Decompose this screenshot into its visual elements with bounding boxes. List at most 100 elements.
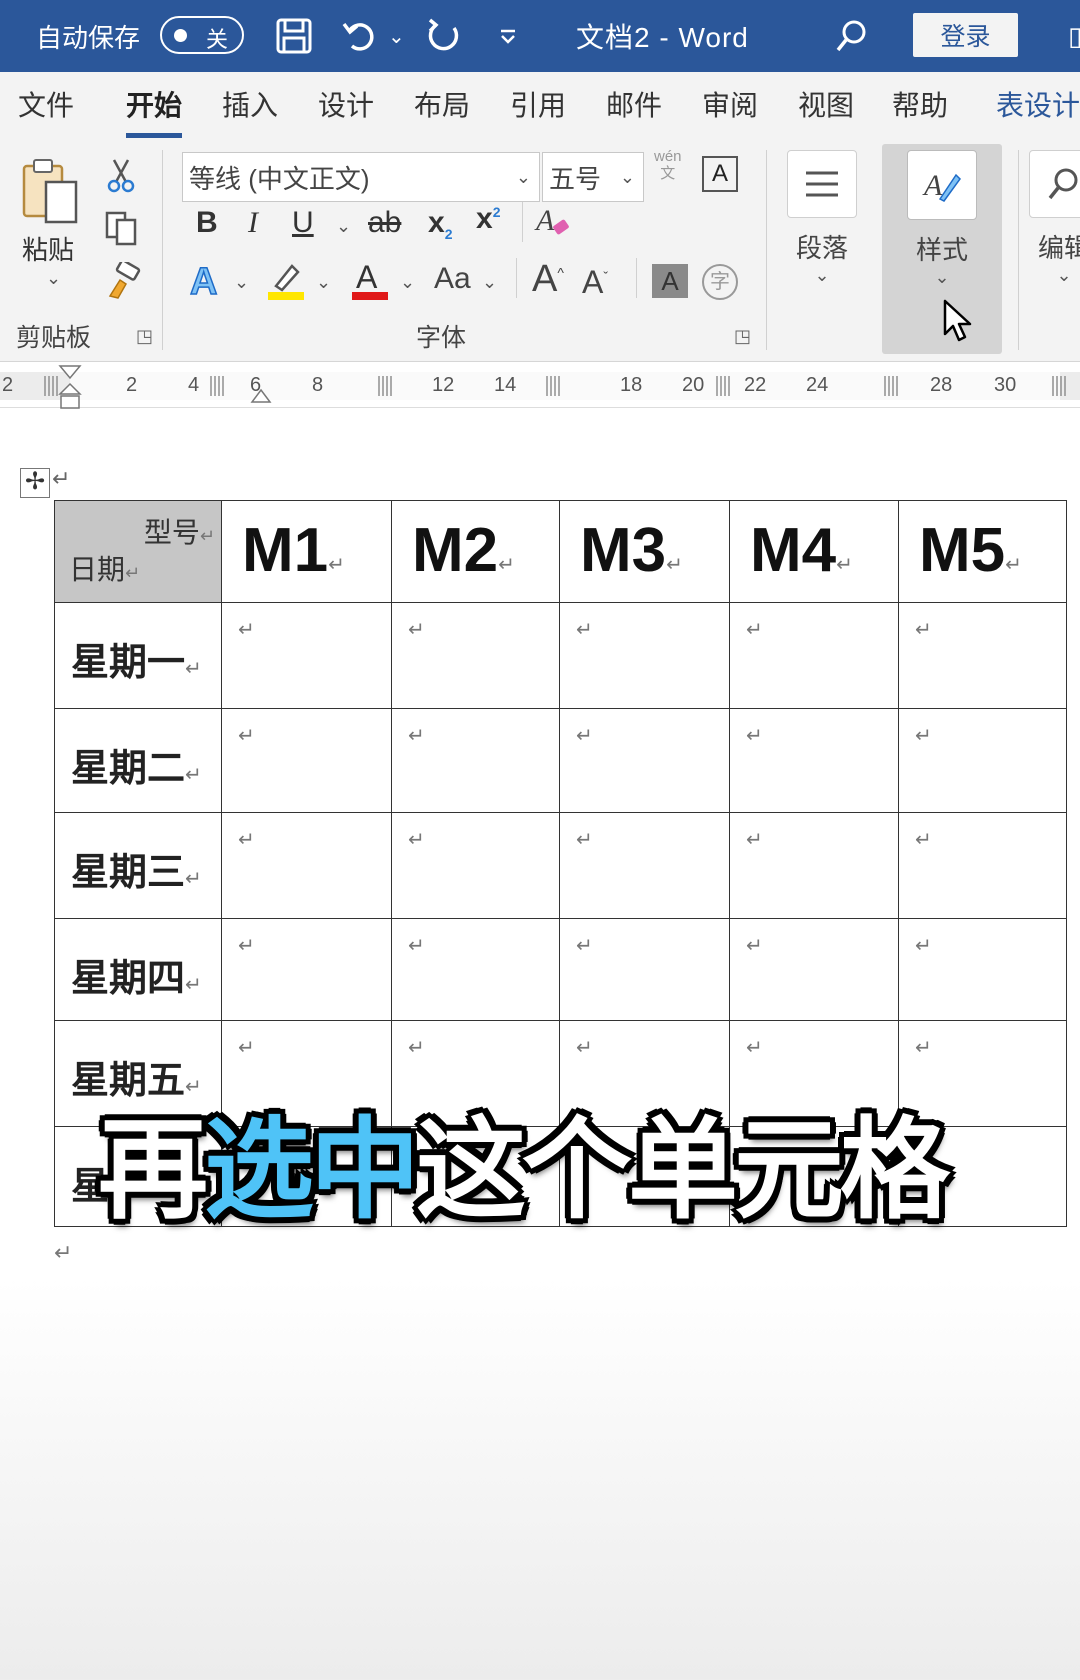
text-effects-icon[interactable]: A	[188, 260, 224, 307]
font-color-dropdown-icon[interactable]: ⌄	[400, 272, 415, 293]
table-cell[interactable]: ↵	[559, 708, 730, 813]
table-cell[interactable]: ↵	[221, 918, 392, 1021]
table-header-cell[interactable]: M4↵	[729, 500, 899, 603]
more-icon[interactable]: ▯	[1068, 0, 1080, 72]
change-case-dropdown-icon[interactable]: ⌄	[482, 272, 497, 293]
table-header-cell[interactable]: M3↵	[559, 500, 730, 603]
cut-icon[interactable]	[106, 158, 136, 199]
table-cell[interactable]: ↵	[898, 708, 1067, 813]
tab-layout[interactable]: 布局	[414, 84, 470, 124]
bold-button[interactable]: B	[196, 206, 218, 240]
highlight-icon[interactable]	[266, 258, 306, 307]
tab-design[interactable]: 设计	[318, 84, 374, 124]
paste-dropdown-icon[interactable]: ⌄	[46, 268, 61, 289]
table-cell[interactable]: ↵	[391, 708, 560, 813]
format-painter-icon[interactable]	[104, 259, 142, 305]
highlight-dropdown-icon[interactable]: ⌄	[316, 272, 331, 293]
day-label: 星期四	[71, 958, 186, 1000]
paragraph-button[interactable]: 段落 ⌄	[786, 150, 858, 286]
table-cell[interactable]: ↵	[559, 602, 730, 709]
grow-font-letter: A	[532, 258, 558, 300]
copy-icon[interactable]	[104, 210, 140, 251]
table-cell[interactable]: ↵	[559, 918, 730, 1021]
table-cell[interactable]: ↵	[221, 708, 392, 813]
table-cell[interactable]: ↵	[391, 602, 560, 709]
table-move-handle-icon[interactable]: ✢	[20, 468, 50, 498]
table-header-cell[interactable]: M5↵	[898, 500, 1067, 603]
tab-file[interactable]: 文件	[18, 84, 74, 124]
search-icon[interactable]	[834, 0, 870, 72]
toggle-knob	[174, 29, 187, 42]
day-cell[interactable]: 星期二↵	[54, 708, 222, 813]
save-icon[interactable]	[274, 0, 314, 72]
table-cell[interactable]: ↵	[898, 602, 1067, 709]
grow-font-button[interactable]: A^	[532, 258, 564, 301]
undo-dropdown-icon[interactable]: ⌄	[388, 0, 405, 72]
autosave-toggle[interactable]: 关	[160, 16, 244, 54]
table-cell[interactable]: ↵	[729, 812, 899, 919]
tab-view[interactable]: 视图	[798, 84, 854, 124]
svg-text:A: A	[922, 169, 943, 202]
change-case-button[interactable]: Aa	[434, 262, 471, 296]
italic-button[interactable]: I	[248, 206, 258, 240]
table-header-cell[interactable]: M2↵	[391, 500, 560, 603]
clear-formatting-icon[interactable]: A	[534, 204, 574, 245]
tab-references[interactable]: 引用	[510, 84, 566, 124]
day-cell[interactable]: 星期四↵	[54, 918, 222, 1021]
character-shading-button[interactable]: A	[652, 264, 688, 298]
model-label: M2	[412, 516, 499, 585]
caption-highlight: 选中	[204, 1106, 420, 1234]
superscript-button[interactable]: x2	[476, 202, 500, 236]
phonetic-bottom: 文	[660, 165, 676, 182]
font-size-select[interactable]: 五号 ⌄	[542, 152, 644, 202]
table-cell[interactable]: ↵	[898, 812, 1067, 919]
paste-label: 粘贴	[22, 235, 75, 265]
table-cell[interactable]: ↵	[898, 918, 1067, 1021]
phonetic-guide-icon[interactable]: wén 文	[654, 148, 682, 182]
underline-button[interactable]: U	[292, 206, 314, 240]
styles-icon: A	[907, 150, 977, 220]
day-cell[interactable]: 星期三↵	[54, 812, 222, 919]
clipboard-launcher-icon[interactable]: ◳	[136, 326, 153, 347]
day-cell[interactable]: 星期一↵	[54, 602, 222, 709]
tab-home[interactable]: 开始	[126, 84, 183, 138]
indent-marker-icon[interactable]	[58, 364, 82, 424]
paste-button[interactable]	[18, 154, 90, 235]
table-cell[interactable]: ↵	[221, 602, 392, 709]
table-header-cell[interactable]: M1↵	[221, 500, 392, 603]
undo-icon[interactable]	[340, 0, 380, 72]
editing-button[interactable]: 编辑 ⌄	[1028, 150, 1080, 286]
table-cell[interactable]: ↵	[221, 812, 392, 919]
font-launcher-icon[interactable]: ◳	[734, 326, 751, 347]
text-effects-dropdown-icon[interactable]: ⌄	[234, 272, 249, 293]
underline-dropdown-icon[interactable]: ⌄	[336, 216, 351, 237]
table-cell[interactable]: ↵	[559, 812, 730, 919]
ruler-number: 14	[494, 374, 517, 396]
character-border-icon[interactable]: A	[702, 156, 738, 192]
tab-stop-icon[interactable]	[250, 388, 272, 408]
horizontal-ruler[interactable]: 2 2 4 6 8 12 14 18 20 22 24 28 30	[0, 362, 1080, 409]
header-date-label: 日期↵	[69, 554, 141, 585]
tab-table-design[interactable]: 表设计	[996, 84, 1080, 124]
table-cell[interactable]: ↵	[391, 918, 560, 1021]
login-button[interactable]: 登录	[913, 13, 1018, 57]
enclose-characters-button[interactable]: 字	[702, 264, 738, 300]
subscript-button[interactable]: x2	[428, 206, 452, 242]
tab-review[interactable]: 审阅	[702, 84, 758, 124]
table-cell[interactable]: ↵	[729, 708, 899, 813]
customize-toolbar-icon[interactable]	[498, 0, 518, 72]
tab-insert[interactable]: 插入	[222, 84, 278, 124]
tab-mailings[interactable]: 邮件	[606, 84, 662, 124]
tab-help[interactable]: 帮助	[892, 84, 948, 124]
table-cell[interactable]: ↵	[391, 812, 560, 919]
table-cell[interactable]: ↵	[729, 602, 899, 709]
font-color-icon[interactable]: A	[350, 258, 390, 307]
strikethrough-button[interactable]: ab	[368, 206, 401, 240]
table-cell[interactable]: ↵	[729, 918, 899, 1021]
model-label: M4	[750, 516, 837, 585]
shrink-font-button[interactable]: Aˇ	[582, 264, 608, 301]
diagonal-header-cell[interactable]: 型号↵ 日期↵	[54, 500, 222, 603]
font-name-select[interactable]: 等线 (中文正文) ⌄	[182, 152, 540, 202]
redo-icon[interactable]	[424, 0, 464, 72]
table-row: 星期二↵ ↵ ↵ ↵ ↵ ↵	[54, 708, 1067, 813]
